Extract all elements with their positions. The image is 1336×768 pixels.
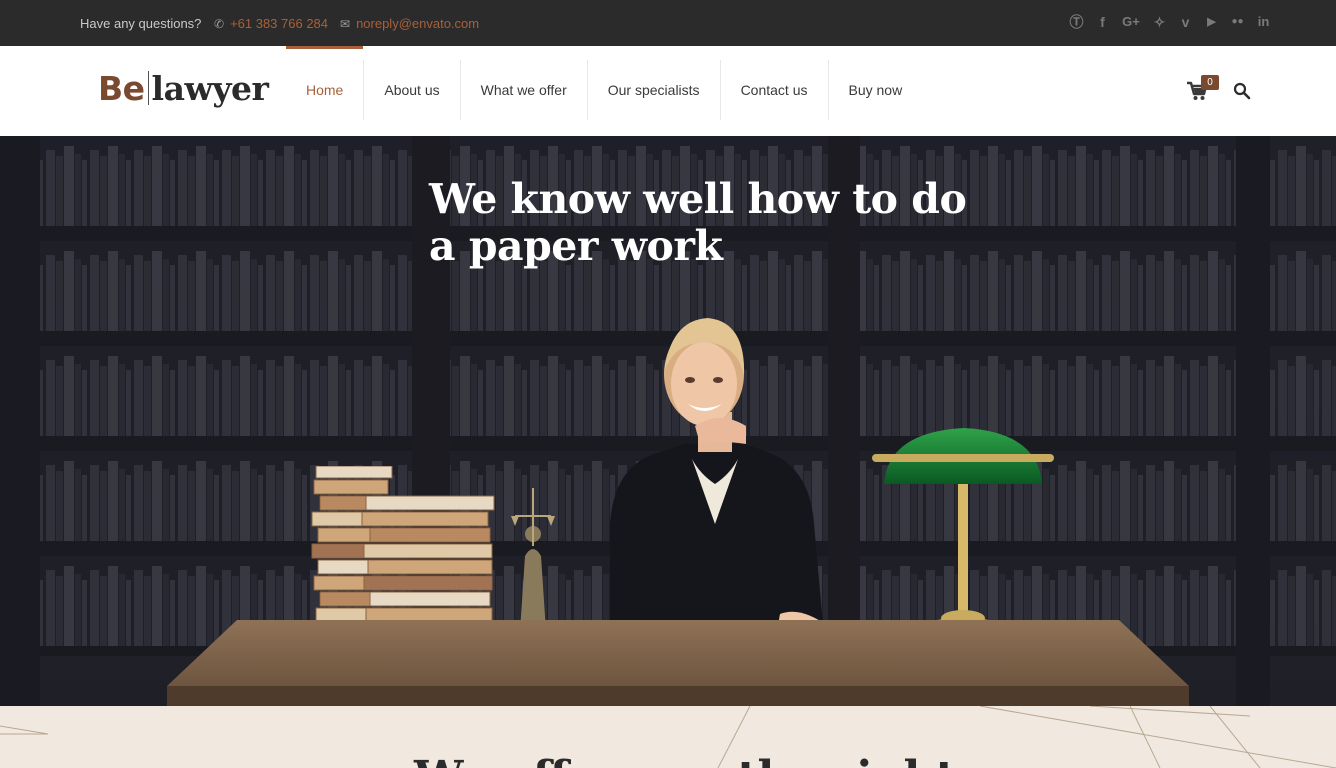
twitter-icon[interactable]: ✧: [1151, 12, 1168, 32]
services-section: We offer you the right: [0, 706, 1336, 768]
mail-icon: ✉: [340, 16, 351, 31]
flickr-icon[interactable]: ●●: [1229, 12, 1246, 32]
hero-headline: We know well how to do a paper work: [429, 175, 967, 270]
email-link[interactable]: ✉ noreply@envato.com: [340, 16, 479, 31]
nav-what-we-offer[interactable]: What we offer: [461, 60, 588, 120]
nav-about-us[interactable]: About us: [364, 60, 461, 120]
phone-number: +61 383 766 284: [230, 16, 329, 31]
top-bar: Have any questions? ✆ +61 383 766 284 ✉ …: [0, 0, 1336, 46]
youtube-icon[interactable]: ▶: [1203, 12, 1220, 32]
main-nav: Home About us What we offer Our speciali…: [286, 46, 923, 120]
google-plus-icon[interactable]: G+: [1120, 12, 1142, 32]
phone-link[interactable]: ✆ +61 383 766 284: [214, 16, 328, 31]
social-links: Ⓣ f G+ ✧ v ▶ ●● in: [1068, 12, 1272, 32]
search-icon[interactable]: [1233, 82, 1251, 100]
facebook-icon[interactable]: f: [1094, 12, 1111, 32]
site-logo[interactable]: Be lawyer: [98, 68, 269, 108]
logo-separator: [147, 71, 149, 105]
logo-be: Be: [98, 68, 145, 108]
nav-our-specialists[interactable]: Our specialists: [588, 60, 721, 120]
section-title: We offer you the right: [414, 752, 956, 768]
email-address: noreply@envato.com: [356, 16, 480, 31]
questions-label: Have any questions?: [80, 16, 202, 31]
lawyer-portrait: [610, 318, 828, 636]
vimeo-icon[interactable]: v: [1177, 12, 1194, 32]
cart-count-badge: 0: [1201, 75, 1219, 90]
site-header: Be lawyer Home About us What we offer Ou…: [0, 46, 1336, 136]
skype-icon[interactable]: Ⓣ: [1068, 12, 1085, 32]
nav-contact-us[interactable]: Contact us: [721, 60, 829, 120]
hero-line-2: a paper work: [429, 222, 723, 270]
hero-section: We know well how to do a paper work: [0, 136, 1336, 706]
nav-home[interactable]: Home: [286, 46, 365, 120]
linkedin-icon[interactable]: in: [1255, 12, 1272, 32]
hero-line-1: We know well how to do: [429, 175, 967, 223]
phone-icon: ✆: [214, 16, 225, 31]
logo-lawyer: lawyer: [151, 68, 269, 108]
nav-buy-now[interactable]: Buy now: [829, 60, 923, 120]
desk: [167, 620, 1189, 706]
